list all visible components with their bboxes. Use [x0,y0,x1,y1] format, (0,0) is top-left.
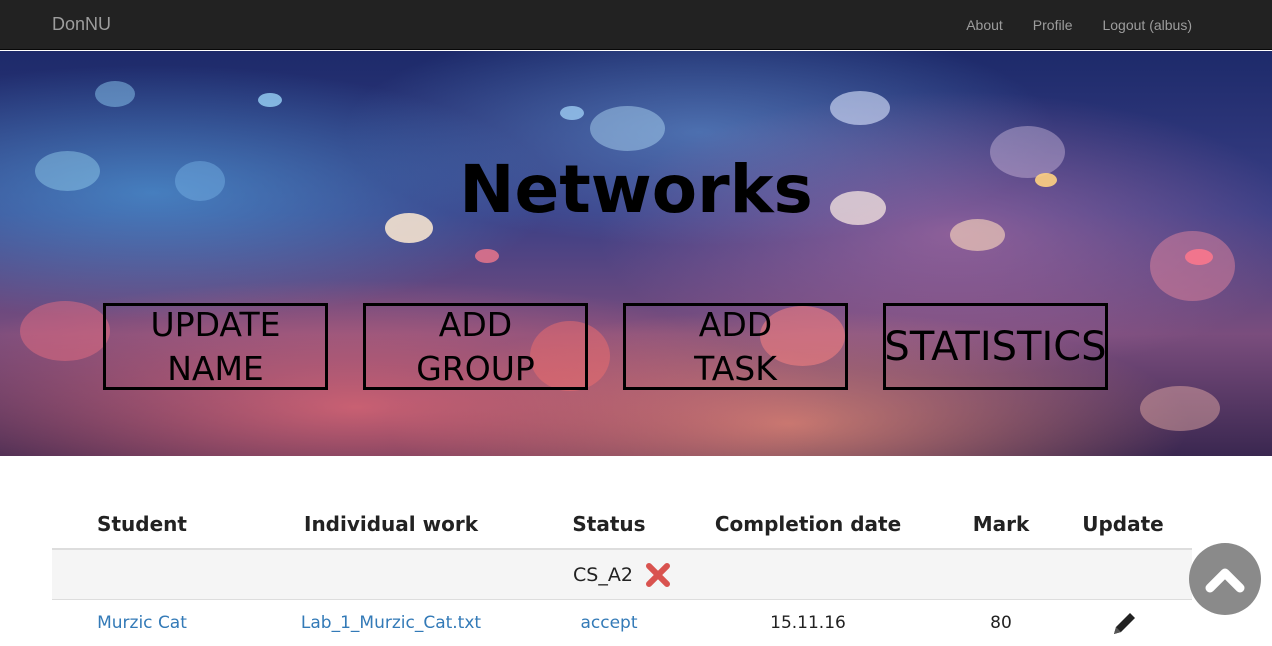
nav-logout[interactable]: Logout (albus) [1102,17,1192,33]
add-task-button[interactable]: ADD TASK [623,303,848,390]
bokeh-decor [830,91,890,125]
update-cell [1054,606,1192,641]
add-group-button[interactable]: ADD GROUP [363,303,588,390]
brand-link[interactable]: DonNU [52,14,111,35]
chevron-up-icon [1205,564,1245,594]
statistics-button[interactable]: STATISTICS [883,303,1108,390]
nav-profile[interactable]: Profile [1033,17,1073,33]
bokeh-decor [590,106,665,151]
bokeh-decor [20,301,110,361]
bokeh-decor [475,249,499,263]
nav-about[interactable]: About [966,17,1003,33]
header-update: Update [1082,512,1164,536]
bokeh-decor [1185,249,1213,265]
table-header: Student Individual work Status Completio… [52,500,1192,550]
scroll-top-button[interactable] [1189,543,1261,615]
navbar: DonNU About Profile Logout (albus) [0,0,1272,50]
header-individual-work: Individual work [304,512,478,536]
student-link[interactable]: Murzic Cat [52,613,232,633]
students-table: Student Individual work Status Completio… [52,500,1192,646]
completion-date: 15.11.16 [770,613,846,633]
bokeh-decor [1140,386,1220,431]
mark-value: 80 [990,613,1012,633]
bokeh-decor [1150,231,1235,301]
delete-x-icon[interactable] [645,562,671,588]
header-student: Student [97,512,187,536]
bokeh-decor [95,81,135,107]
table-row: Murzic Cat Lab_1_Murzic_Cat.txt accept 1… [52,600,1192,646]
group-row: CS_A2 [52,550,1192,600]
bokeh-decor [258,93,282,107]
header-status: Status [572,512,646,536]
work-file-link[interactable]: Lab_1_Murzic_Cat.txt [232,613,550,633]
pencil-icon[interactable] [1108,610,1138,640]
group-label: CS_A2 [573,563,633,586]
status-link[interactable]: accept [550,613,668,633]
page-title: Networks [459,151,813,228]
update-name-button[interactable]: UPDATE NAME [103,303,328,390]
bokeh-decor [560,106,584,120]
nav-links: About Profile Logout (albus) [966,17,1192,33]
hero-banner: Networks UPDATE NAME ADD GROUP ADD TASK … [0,51,1272,456]
header-completion-date: Completion date [714,512,902,536]
header-mark: Mark [972,512,1030,536]
